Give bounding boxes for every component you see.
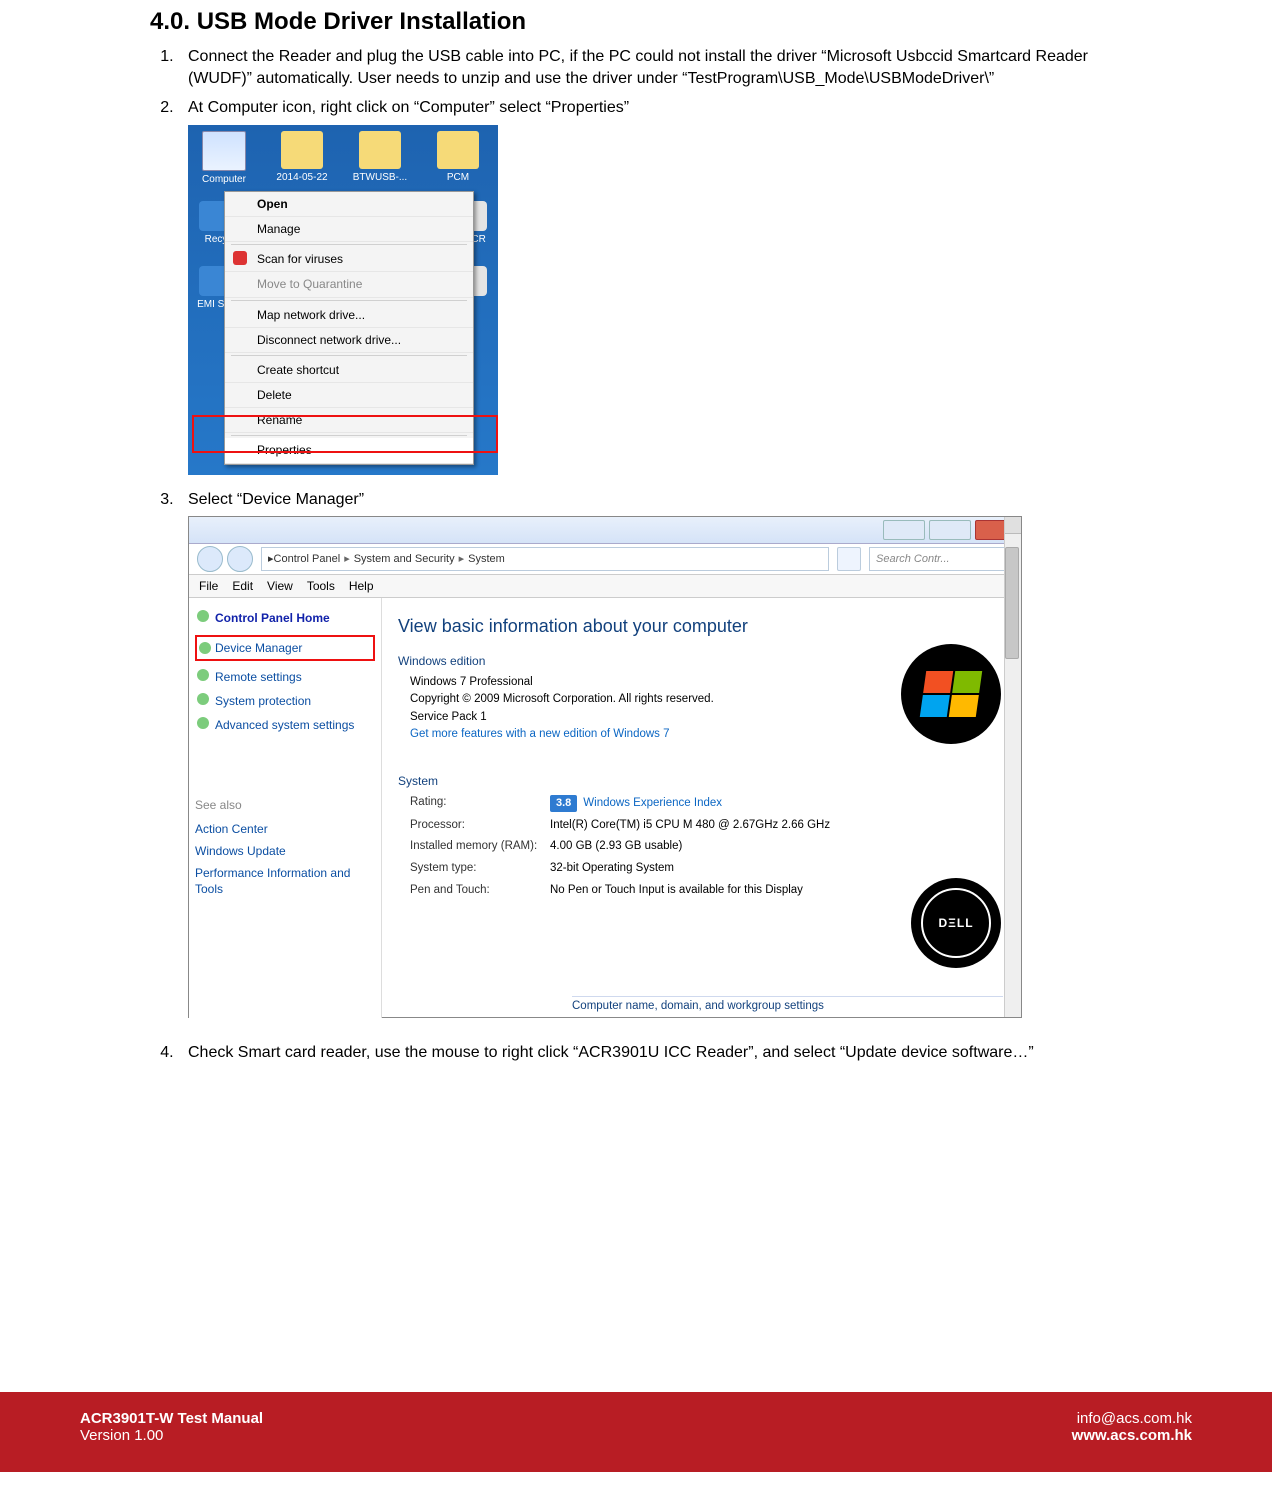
menu-edit[interactable]: Edit — [232, 578, 253, 594]
crumb-3[interactable]: System — [468, 552, 505, 567]
step-3: Select “Device Manager” ▸ — [178, 489, 1122, 1019]
ctx-disconnect-drive[interactable]: Disconnect network drive... — [225, 328, 473, 353]
sidebar-device-manager-highlight[interactable]: Device Manager — [195, 635, 375, 661]
crumb-1[interactable]: Control Panel — [274, 552, 341, 567]
steps-list: Connect the Reader and plug the USB cabl… — [178, 46, 1122, 1064]
refresh-button[interactable] — [837, 547, 861, 571]
menu-help[interactable]: Help — [349, 578, 374, 594]
desktop-icon-label: PCM — [428, 171, 488, 185]
sidebar-perf-info[interactable]: Performance Information and Tools — [195, 862, 375, 900]
ctx-scan[interactable]: Scan for viruses — [225, 247, 473, 272]
highlight-properties — [192, 415, 498, 453]
sidebar-see-also: See also — [195, 797, 375, 813]
screenshot-desktop-context-menu: Computer 2014-05-22 BTWUSB-... PCM — [188, 125, 498, 475]
pen-label: Pen and Touch: — [410, 883, 550, 899]
scroll-up-icon[interactable] — [1005, 517, 1021, 534]
processor-value: Intel(R) Core(TM) i5 CPU M 480 @ 2.67GHz… — [550, 818, 1005, 834]
step-1: Connect the Reader and plug the USB cabl… — [178, 46, 1122, 89]
computer-name-group-label: Computer name, domain, and workgroup set… — [572, 996, 1003, 1015]
windows-logo-icon — [901, 644, 1001, 744]
scroll-thumb[interactable] — [1005, 547, 1019, 659]
sidebar-advanced-settings[interactable]: Advanced system settings — [195, 713, 375, 737]
menu-view[interactable]: View — [267, 578, 293, 594]
folder-icon — [359, 131, 401, 169]
page-footer: ACR3901T-W Test Manual Version 1.00 info… — [0, 1392, 1272, 1472]
desktop-icon-folder-2[interactable]: BTWUSB-... — [350, 131, 410, 187]
sidebar-system-protection[interactable]: System protection — [195, 689, 375, 713]
type-value: 32-bit Operating System — [550, 861, 1005, 877]
footer-email: info@acs.com.hk — [1072, 1410, 1192, 1427]
main-panel: View basic information about your comput… — [382, 598, 1021, 1018]
crumb-2[interactable]: System and Security — [354, 552, 455, 567]
step-3-text: Select “Device Manager” — [188, 491, 364, 508]
sidebar-windows-update[interactable]: Windows Update — [195, 840, 375, 862]
nav-forward-icon[interactable] — [227, 546, 253, 572]
desktop-icon-folder-1[interactable]: 2014-05-22 — [272, 131, 332, 187]
ctx-shortcut[interactable]: Create shortcut — [225, 358, 473, 383]
sidebar-control-panel-home[interactable]: Control Panel Home — [195, 606, 375, 630]
page-heading: View basic information about your comput… — [398, 614, 1005, 638]
step-2-text: At Computer icon, right click on “Comput… — [188, 99, 629, 116]
ctx-delete[interactable]: Delete — [225, 383, 473, 408]
sidebar: Control Panel Home Device Manager Remote… — [189, 598, 382, 1018]
computer-icon — [202, 131, 246, 171]
ctx-map-drive[interactable]: Map network drive... — [225, 303, 473, 328]
desktop-icon-label: 2014-05-22 — [272, 171, 332, 185]
window-titlebar — [189, 517, 1021, 544]
search-input[interactable]: Search Contr... — [869, 547, 1013, 571]
ctx-manage[interactable]: Manage — [225, 217, 473, 242]
footer-version: Version 1.00 — [80, 1427, 263, 1444]
footer-web: www.acs.com.hk — [1072, 1427, 1192, 1444]
sidebar-action-center[interactable]: Action Center — [195, 818, 375, 840]
desktop-icon-computer[interactable]: Computer — [194, 131, 254, 187]
nav-back-icon[interactable] — [197, 546, 223, 572]
wei-link[interactable]: Windows Experience Index — [583, 796, 722, 812]
footer-title: ACR3901T-W Test Manual — [80, 1410, 263, 1427]
step-4: Check Smart card reader, use the mouse t… — [178, 1042, 1122, 1064]
step-2: At Computer icon, right click on “Comput… — [178, 97, 1122, 475]
type-label: System type: — [410, 861, 550, 877]
breadcrumb[interactable]: ▸ Control Panel ▸ System and Security ▸ … — [261, 547, 829, 571]
folder-icon — [281, 131, 323, 169]
scrollbar[interactable] — [1004, 517, 1021, 1017]
maximize-button[interactable] — [929, 520, 971, 540]
rating-label: Rating: — [410, 795, 550, 812]
menu-bar: File Edit View Tools Help — [189, 575, 1021, 598]
ctx-quarantine: Move to Quarantine — [225, 272, 473, 297]
desktop-icon-label: BTWUSB-... — [350, 171, 410, 185]
ram-value: 4.00 GB (2.93 GB usable) — [550, 839, 1005, 855]
nav-bar: ▸ Control Panel ▸ System and Security ▸ … — [189, 544, 1021, 575]
dell-logo-icon: DΞLL — [911, 878, 1001, 968]
ctx-open[interactable]: Open — [225, 192, 473, 217]
ram-label: Installed memory (RAM): — [410, 839, 550, 855]
section-title: 4.0. USB Mode Driver Installation — [150, 8, 1122, 36]
screenshot-system-properties: ▸ Control Panel ▸ System and Security ▸ … — [188, 516, 1022, 1018]
desktop-icon-folder-3[interactable]: PCM — [428, 131, 488, 187]
menu-file[interactable]: File — [199, 578, 218, 594]
rating-score: 3.8 — [550, 795, 577, 812]
desktop-icon-label: Computer — [194, 173, 254, 187]
menu-tools[interactable]: Tools — [307, 578, 335, 594]
minimize-button[interactable] — [883, 520, 925, 540]
sidebar-remote-settings[interactable]: Remote settings — [195, 665, 375, 689]
system-label: System — [398, 773, 1005, 789]
processor-label: Processor: — [410, 818, 550, 834]
folder-icon — [437, 131, 479, 169]
